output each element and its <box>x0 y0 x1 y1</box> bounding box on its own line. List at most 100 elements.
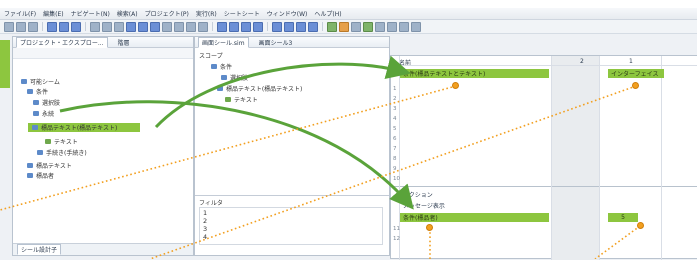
navigate-icon[interactable] <box>411 21 421 32</box>
menu-navigate[interactable]: ナビゲート(N) <box>71 9 110 18</box>
grid-line <box>599 56 600 260</box>
tree-item-selected[interactable]: 標品テキスト(標品テキスト) <box>28 123 140 132</box>
editor-tabs: 画面シール.sim 画面シール3 <box>195 36 389 48</box>
app-screenshot: ファイル(F) 編集(E) ナビゲート(N) 検索(A) プロジェクト(P) 実… <box>0 0 697 260</box>
tab-seal-designer[interactable]: シール設計子 <box>17 244 62 255</box>
menu-project[interactable]: プロジェクト(P) <box>145 9 189 18</box>
scope-item[interactable]: 条件 <box>211 62 232 71</box>
tree-item[interactable]: 永続 <box>33 109 54 118</box>
scope-item[interactable]: テキスト <box>225 95 258 104</box>
filter-row: 2 <box>203 217 208 225</box>
copy-icon[interactable] <box>102 21 112 32</box>
grid-icon[interactable] <box>47 21 57 32</box>
grid-line <box>661 56 662 260</box>
print-icon[interactable] <box>28 21 38 32</box>
tree-item[interactable]: 手続き(手続き) <box>37 148 87 157</box>
tree-item[interactable]: 選択肢 <box>33 98 60 107</box>
tree-item[interactable]: 標品テキスト <box>27 161 72 170</box>
align-center-icon[interactable] <box>138 21 148 32</box>
debug-icon[interactable] <box>339 21 349 32</box>
annotation-dot <box>632 82 639 89</box>
paste-icon[interactable] <box>114 21 124 32</box>
build-icon[interactable] <box>363 21 373 32</box>
tab-seal-3[interactable]: 画面シール3 <box>255 37 297 48</box>
row-number: 1 <box>393 86 397 92</box>
layout-icon[interactable] <box>71 21 81 32</box>
new-icon[interactable] <box>4 21 14 32</box>
menu-file[interactable]: ファイル(F) <box>4 9 36 18</box>
arrow-right-icon[interactable] <box>241 21 251 32</box>
tree-item[interactable]: テキスト <box>45 137 78 146</box>
tab-hierarchy[interactable]: 階層 <box>114 37 134 48</box>
menu-search[interactable]: 検索(A) <box>117 9 138 18</box>
toolbar-separator <box>42 22 43 31</box>
scope-panel: 画面シール.sim 画面シール3 スコープ 条件 選択肢 標品テキスト(標品テキ… <box>194 36 390 256</box>
cut-icon[interactable] <box>90 21 100 32</box>
run-icon[interactable] <box>327 21 337 32</box>
scope-item[interactable]: 標品テキスト(標品テキスト) <box>217 84 302 93</box>
row-number: 11 <box>393 226 400 232</box>
grid-line <box>391 65 697 66</box>
file-icon <box>37 150 43 155</box>
forward-icon[interactable] <box>272 21 282 32</box>
action-value-cell[interactable]: 5 <box>608 213 638 222</box>
decision-table-panel: 名前 2 1 1 2 3 4 5 6 7 8 9 10 11 12 アクション … <box>390 55 697 260</box>
interface-cell[interactable]: インターフェイス <box>608 69 664 78</box>
align-right-icon[interactable] <box>150 21 160 32</box>
align-left-icon[interactable] <box>126 21 136 32</box>
filter-row: 4 <box>203 233 208 241</box>
tree-item[interactable]: 条件 <box>27 87 48 96</box>
arrow-up-icon[interactable] <box>229 21 239 32</box>
row-number: 9 <box>393 166 397 172</box>
condition-cell[interactable]: 条件(標品テキストとテキスト) <box>400 69 549 78</box>
tree-item-label: 可能シーム <box>30 79 60 86</box>
circle-icon[interactable] <box>174 21 184 32</box>
circle-icon[interactable] <box>186 21 196 32</box>
menu-sheet[interactable]: シートシート <box>224 9 260 18</box>
tree-item-label: 標品テキスト(標品テキスト) <box>41 125 118 132</box>
navigate-icon[interactable] <box>387 21 397 32</box>
tree-item[interactable]: 標品者 <box>27 171 54 180</box>
menu-run[interactable]: 実行(R) <box>196 9 217 18</box>
save-icon[interactable] <box>16 21 26 32</box>
explorer-subbar <box>13 48 193 59</box>
action-condition-cell[interactable]: 条件(標品者) <box>400 213 549 222</box>
row-number: 10 <box>393 176 400 182</box>
tree-item-label: 条件 <box>36 89 49 96</box>
menu-edit[interactable]: 編集(E) <box>43 9 63 18</box>
bottom-tabs: シール設計子 <box>13 243 193 255</box>
filter-label: フィルタ <box>199 200 223 207</box>
circle-icon[interactable] <box>162 21 172 32</box>
table-icon[interactable] <box>59 21 69 32</box>
tree-item-label: 手続き(手続き) <box>46 150 87 157</box>
filter-row: 1 <box>203 209 208 217</box>
forward-icon[interactable] <box>284 21 294 32</box>
tab-project-explorer[interactable]: プロジェクト・エクスプロー... <box>16 36 108 48</box>
annotation-dot <box>452 82 459 89</box>
search-icon[interactable] <box>351 21 361 32</box>
arrow-down-icon[interactable] <box>217 21 227 32</box>
menu-help[interactable]: ヘルプ(H) <box>314 9 341 18</box>
filter-list[interactable]: 1 2 3 4 <box>199 207 383 245</box>
folder-icon <box>21 79 27 84</box>
scope-item-label: 条件 <box>220 64 233 71</box>
toolbar <box>0 20 697 34</box>
text-icon <box>225 97 231 102</box>
tree-item[interactable]: 可能シーム <box>21 77 60 86</box>
navigate-icon[interactable] <box>399 21 409 32</box>
scope-item[interactable]: 選択肢 <box>221 73 248 82</box>
circle-icon[interactable] <box>198 21 208 32</box>
fast-forward-icon[interactable] <box>296 21 306 32</box>
menubar: ファイル(F) 編集(E) ナビゲート(N) 検索(A) プロジェクト(P) 実… <box>0 8 697 20</box>
arrow-left-icon[interactable] <box>253 21 263 32</box>
tab-seal-sim[interactable]: 画面シール.sim <box>198 36 249 48</box>
grid-line <box>391 186 697 187</box>
tree-item-label: 標品テキスト <box>36 163 72 170</box>
text-icon <box>45 139 51 144</box>
settings-icon[interactable] <box>375 21 385 32</box>
menu-window[interactable]: ウィンドウ(W) <box>267 9 308 18</box>
tree-item-label: 標品者 <box>36 173 55 180</box>
fast-forward-icon[interactable] <box>308 21 318 32</box>
grid-line <box>551 56 552 260</box>
column-header: 2 <box>580 58 584 65</box>
